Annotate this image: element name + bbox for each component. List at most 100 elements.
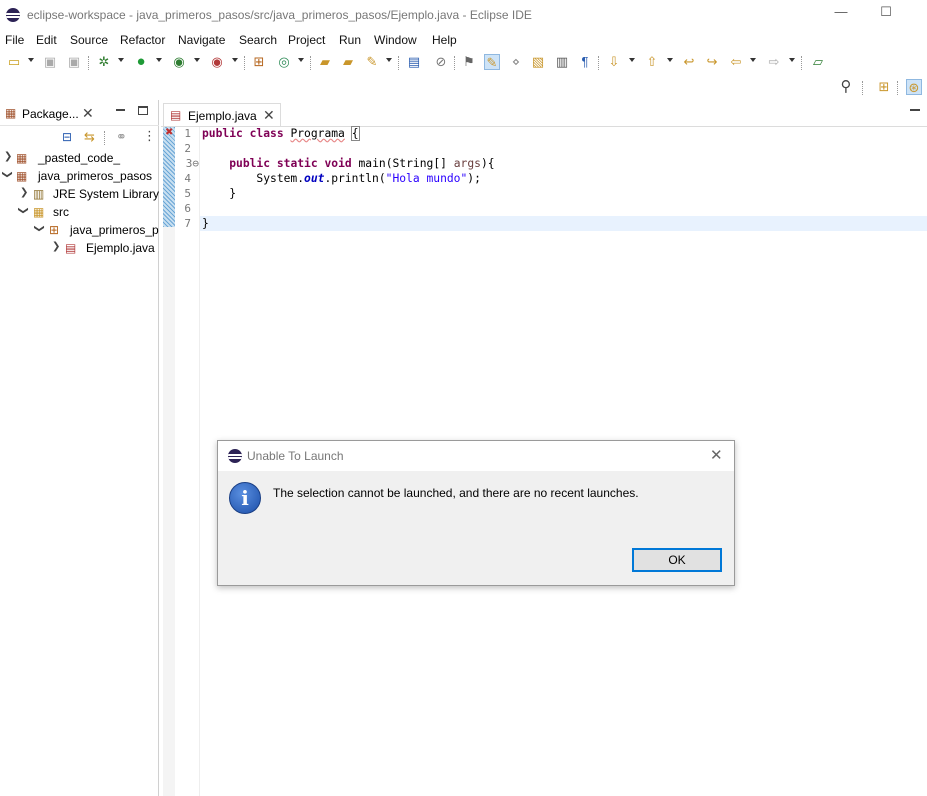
pin-editor-icon[interactable]: ▱ (810, 54, 826, 70)
last-edit-icon[interactable]: ↩ (681, 54, 697, 70)
code-token: void (324, 157, 352, 170)
menu-window[interactable]: Window (374, 33, 417, 47)
prev-edit-icon[interactable]: ⇧ (644, 54, 660, 70)
save-all-icon[interactable]: ▣ (66, 54, 82, 70)
external-tools-dropdown-icon[interactable] (232, 58, 238, 62)
tree-item-label: java_primeros_pasos (38, 169, 153, 183)
menu-refactor[interactable]: Refactor (120, 33, 165, 47)
dialog-title-bar: Unable To Launch ✕ (218, 441, 734, 471)
search-icon[interactable]: ⚲ (838, 79, 854, 95)
chevron-right-icon[interactable]: ❯ (20, 187, 28, 198)
tree-item-src[interactable]: ❯ ▦ src (0, 203, 159, 221)
new-java-package-icon[interactable]: ⊞ (251, 54, 267, 70)
close-icon[interactable]: ✕ (263, 107, 275, 124)
ok-button[interactable]: OK (632, 548, 722, 572)
run-dropdown-icon[interactable] (156, 58, 162, 62)
new-java-class-icon[interactable]: ◎ (276, 54, 292, 70)
tree-item-package[interactable]: ❯ ⊞ java_primeros_pa (0, 221, 159, 239)
minimize-editor-icon[interactable] (910, 109, 920, 111)
skip-breakpoints-icon[interactable]: ⊘ (433, 54, 449, 70)
paragraph-icon[interactable]: ¶ (577, 54, 593, 70)
line-number: 4 (184, 172, 191, 185)
next-annotation-icon[interactable]: ▧ (530, 54, 546, 70)
filter-icon[interactable]: ⚭ (116, 129, 127, 145)
coverage-dropdown-icon[interactable] (194, 58, 200, 62)
line-number-fold[interactable]: 3⊖ (175, 157, 199, 170)
open-perspective-icon[interactable]: ⊞ (876, 79, 892, 95)
menu-source[interactable]: Source (70, 33, 108, 47)
forward-edit-icon[interactable]: ↪ (704, 54, 720, 70)
new-icon[interactable]: ▭ (6, 54, 22, 70)
mark-occurrences-icon[interactable]: ✎ (484, 54, 500, 70)
project-icon: ▦ (16, 151, 28, 165)
minimize-view-icon[interactable] (116, 109, 125, 111)
chevron-down-icon[interactable]: ❯ (18, 206, 29, 214)
console-icon[interactable]: ▤ (406, 54, 422, 70)
debug-icon[interactable]: ✲ (96, 54, 112, 70)
tree-item-pasted-code[interactable]: ❯ ▦ _pasted_code_ (0, 149, 159, 167)
code-line-3[interactable]: public static void main(String[] args){ (202, 157, 494, 170)
prev-edit-dropdown-icon[interactable] (667, 58, 673, 62)
open-folder-icon[interactable]: ▰ (340, 54, 356, 70)
code-line-4[interactable]: System.out.println("Hola mundo"); (202, 172, 480, 185)
new-class-dropdown-icon[interactable] (298, 58, 304, 62)
code-line-5[interactable]: } (202, 187, 236, 200)
package-explorer-panel: ▦ Package... ✕ ⊟ ⇆ ⚭ ⋮ ❯ ▦ _pasted_code_… (0, 100, 166, 796)
chevron-right-icon[interactable]: ❯ (52, 241, 60, 252)
show-whitespace-icon[interactable]: ▥ (554, 54, 570, 70)
maximize-button[interactable]: ☐ (871, 4, 901, 24)
menu-edit[interactable]: Edit (36, 33, 57, 47)
new-dropdown-icon[interactable] (28, 58, 34, 62)
block-selection-icon[interactable]: ⋄ (508, 54, 524, 70)
collapse-all-icon[interactable]: ⊟ (62, 130, 72, 144)
search-dropdown-icon[interactable] (386, 58, 392, 62)
coverage-icon[interactable]: ◉ (171, 54, 187, 70)
back-icon[interactable]: ⇦ (728, 54, 744, 70)
run-icon[interactable]: ● (133, 54, 149, 70)
external-tools-icon[interactable]: ◉ (209, 54, 225, 70)
package-icon: ⊞ (49, 223, 60, 237)
chevron-down-icon[interactable]: ❯ (2, 170, 13, 178)
chevron-down-icon[interactable]: ❯ (34, 224, 45, 232)
close-icon[interactable]: ✕ (82, 105, 94, 122)
menu-help[interactable]: Help (432, 33, 457, 47)
next-edit-dropdown-icon[interactable] (629, 58, 635, 62)
minimize-button[interactable]: — (826, 4, 856, 24)
tree-item-ejemplo-java[interactable]: ❯ ▤ Ejemplo.java (0, 239, 159, 257)
java-perspective-icon[interactable]: ⊛ (906, 79, 922, 95)
next-edit-icon[interactable]: ⇩ (606, 54, 622, 70)
view-menu-icon[interactable]: ⋮ (143, 128, 156, 144)
package-explorer-icon: ▦ (5, 106, 17, 120)
menu-search[interactable]: Search (239, 33, 277, 47)
chevron-right-icon[interactable]: ❯ (4, 151, 12, 162)
dialog-close-icon[interactable]: ✕ (710, 446, 723, 464)
line-number: 1 (184, 127, 191, 140)
code-line-1[interactable]: public class Programa { (202, 126, 360, 141)
menu-file[interactable]: File (5, 33, 24, 47)
overview-ruler (163, 127, 175, 227)
search-tool-icon[interactable]: ✎ (364, 54, 380, 70)
maximize-view-icon[interactable] (138, 106, 148, 115)
package-explorer-tab-label: Package... (22, 107, 79, 121)
menu-project[interactable]: Project (288, 33, 325, 47)
annotation-icon[interactable]: ⚑ (461, 54, 477, 70)
forward-dropdown-icon[interactable] (789, 58, 795, 62)
forward-icon[interactable]: ⇨ (766, 54, 782, 70)
save-icon[interactable]: ▣ (42, 54, 58, 70)
link-with-editor-icon[interactable]: ⇆ (84, 129, 95, 145)
code-token: static (276, 157, 318, 170)
package-explorer-tab[interactable]: ▦ Package... ✕ (0, 100, 159, 126)
tree-item-project[interactable]: ❯ ▦ java_primeros_pasos (0, 167, 159, 185)
debug-dropdown-icon[interactable] (118, 58, 124, 62)
editor-tab-ejemplo-java[interactable]: ▤ Ejemplo.java ✕ (163, 103, 281, 126)
eclipse-logo-icon (6, 8, 20, 22)
tree-item-jre[interactable]: ❯ ▥ JRE System Library [ (0, 185, 166, 203)
menu-navigate[interactable]: Navigate (178, 33, 225, 47)
tree-item-label: JRE System Library [ (53, 187, 166, 201)
menu-run[interactable]: Run (339, 33, 361, 47)
open-type-icon[interactable]: ▰ (317, 54, 333, 70)
package-explorer-toolbar: ⊟ ⇆ ⚭ ⋮ (0, 127, 159, 149)
code-token: public (229, 157, 271, 170)
code-line-7[interactable]: } (202, 217, 209, 230)
back-dropdown-icon[interactable] (750, 58, 756, 62)
